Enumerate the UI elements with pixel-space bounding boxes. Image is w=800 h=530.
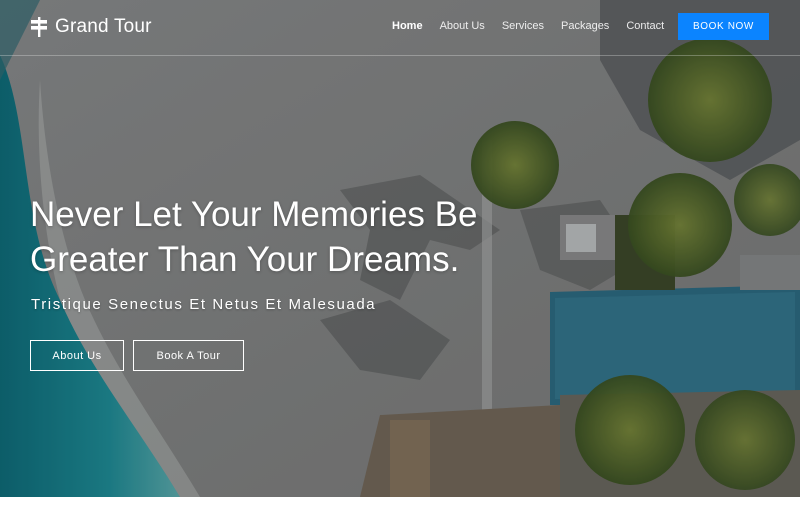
- nav-link-services[interactable]: Services: [502, 19, 544, 35]
- hero-headline-line-1: Never Let Your Memories Be: [30, 195, 478, 234]
- book-a-tour-button[interactable]: Book A Tour: [133, 340, 244, 371]
- about-us-button[interactable]: About Us: [30, 340, 124, 371]
- brand-name: Grand Tour: [55, 16, 152, 37]
- hero-subtitle: Tristique Senectus Et Netus Et Malesuada: [31, 296, 377, 313]
- nav-link-contact[interactable]: Contact: [626, 19, 664, 35]
- book-now-button[interactable]: BOOK NOW: [678, 13, 769, 40]
- nav-link-packages[interactable]: Packages: [561, 19, 609, 35]
- page-below-hero: [0, 497, 800, 530]
- top-navbar: Grand Tour Home About Us Services Packag…: [0, 0, 800, 56]
- brand-logo[interactable]: Grand Tour: [30, 13, 152, 41]
- hero-section: Grand Tour Home About Us Services Packag…: [0, 0, 800, 497]
- hero-headline-line-2: Greater Than Your Dreams.: [30, 240, 460, 279]
- nav-link-about-us[interactable]: About Us: [440, 19, 485, 35]
- hero-headline: Never Let Your Memories Be Greater Than …: [30, 192, 550, 282]
- nav-link-home[interactable]: Home: [392, 19, 423, 35]
- signpost-icon: [31, 17, 47, 37]
- nav-menu: Home About Us Services Packages Contact: [392, 19, 664, 35]
